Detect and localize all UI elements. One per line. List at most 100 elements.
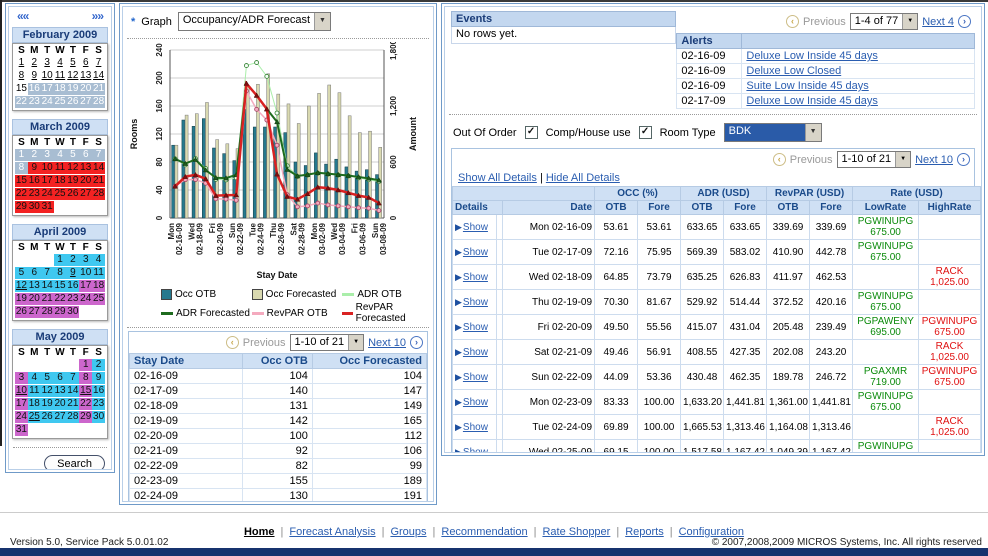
- column-header-fore[interactable]: Fore: [638, 201, 681, 215]
- calendar-day[interactable]: 9: [28, 70, 41, 82]
- calendar-day[interactable]: 29: [15, 201, 28, 213]
- calendar-day[interactable]: 13: [28, 280, 41, 292]
- calendar-day[interactable]: 30: [28, 201, 41, 213]
- calendar-day[interactable]: 6: [54, 372, 67, 384]
- calendar-day[interactable]: 8: [54, 267, 67, 279]
- calendar-day[interactable]: 5: [15, 267, 28, 279]
- footer-link-reports[interactable]: Reports: [625, 526, 664, 538]
- calendar-day[interactable]: 1: [79, 359, 92, 371]
- calendar-day[interactable]: 24: [41, 188, 54, 200]
- footer-link-groups[interactable]: Groups: [390, 526, 426, 538]
- calendar-day[interactable]: 3: [79, 254, 92, 266]
- calendar-day[interactable]: 17: [79, 280, 92, 292]
- column-header-fore[interactable]: Fore: [724, 201, 767, 215]
- calendar-day[interactable]: 8: [15, 70, 28, 82]
- calendar-day[interactable]: 28: [92, 188, 105, 200]
- comp-house-checkbox[interactable]: ✓: [639, 126, 652, 139]
- calendar-day[interactable]: 11: [28, 385, 41, 397]
- calendar-day[interactable]: 10: [41, 70, 54, 82]
- calendar-day[interactable]: 20: [54, 398, 67, 410]
- dropdown-arrow-icon[interactable]: ▼: [805, 124, 821, 141]
- calendar-day[interactable]: 15: [54, 280, 67, 292]
- calendar-day[interactable]: 10: [15, 385, 28, 397]
- calendar-day[interactable]: 15: [15, 83, 28, 95]
- calendar-day[interactable]: 11: [92, 267, 105, 279]
- calendar-day[interactable]: 21: [92, 175, 105, 187]
- calendar-day[interactable]: 26: [15, 306, 28, 318]
- calendar-day[interactable]: 6: [28, 267, 41, 279]
- calendar-day[interactable]: 3: [41, 57, 54, 69]
- calendar-day[interactable]: 19: [15, 293, 28, 305]
- calendar-day[interactable]: 25: [54, 188, 67, 200]
- calendar-day[interactable]: 9: [92, 372, 105, 384]
- column-header[interactable]: Occ Forecasted: [312, 354, 426, 369]
- footer-link-home[interactable]: Home: [244, 526, 275, 538]
- next-icon[interactable]: ›: [957, 153, 970, 166]
- calendar-day[interactable]: 14: [66, 385, 79, 397]
- calendar-day[interactable]: 27: [54, 411, 67, 423]
- range-select[interactable]: 1-10 of 21▼: [290, 334, 365, 351]
- calendar-day[interactable]: 24: [15, 411, 28, 423]
- alert-link[interactable]: Deluxe Low Inside 45 days: [746, 50, 877, 62]
- calendar-day[interactable]: 12: [66, 162, 79, 174]
- calendar-day[interactable]: 13: [54, 385, 67, 397]
- calendar-day[interactable]: 30: [92, 411, 105, 423]
- calendar-day[interactable]: 10: [79, 267, 92, 279]
- out-of-order-checkbox[interactable]: ✓: [525, 126, 538, 139]
- show-details-link[interactable]: Show: [463, 447, 488, 454]
- calendar-day[interactable]: 2: [92, 359, 105, 371]
- calendar-day[interactable]: 7: [66, 372, 79, 384]
- show-details-link[interactable]: Show: [463, 272, 488, 283]
- calendar-day[interactable]: 7: [41, 267, 54, 279]
- calendar-day[interactable]: 23: [92, 398, 105, 410]
- calendar-day[interactable]: 2: [66, 254, 79, 266]
- range-select[interactable]: 1-4 of 77▼: [850, 13, 918, 30]
- calendar-day[interactable]: 30: [66, 306, 79, 318]
- calendar-day[interactable]: 29: [54, 306, 67, 318]
- calendar-day[interactable]: 13: [79, 70, 92, 82]
- calendar-day[interactable]: 9: [66, 267, 79, 279]
- footer-link-rate-shopper[interactable]: Rate Shopper: [542, 526, 610, 538]
- calendar-day[interactable]: 25: [28, 411, 41, 423]
- next-link[interactable]: Next 10: [915, 154, 953, 166]
- calendar-day[interactable]: 23: [28, 188, 41, 200]
- show-details-link[interactable]: Show: [463, 322, 488, 333]
- footer-link-recommendation[interactable]: Recommendation: [441, 526, 527, 538]
- calendar-day[interactable]: 22: [54, 293, 67, 305]
- alert-link[interactable]: Suite Low Inside 45 days: [746, 80, 868, 92]
- column-header-highrate[interactable]: HighRate: [919, 201, 981, 215]
- show-details-link[interactable]: Show: [463, 247, 488, 258]
- calendar-day[interactable]: 17: [41, 175, 54, 187]
- alert-link[interactable]: Deluxe Low Inside 45 days: [746, 95, 877, 107]
- calendar-day[interactable]: 11: [54, 70, 67, 82]
- calendar-day[interactable]: 4: [54, 57, 67, 69]
- room-type-select[interactable]: BDK ▼: [724, 123, 822, 142]
- calendar-day[interactable]: 27: [28, 306, 41, 318]
- calendar-day[interactable]: 12: [15, 280, 28, 292]
- calendar-day[interactable]: 27: [79, 188, 92, 200]
- calendar-day[interactable]: 11: [54, 162, 67, 174]
- calendar-day[interactable]: 18: [28, 398, 41, 410]
- column-header-fore[interactable]: Fore: [810, 201, 853, 215]
- next-icon[interactable]: ›: [410, 336, 423, 349]
- calendar-day[interactable]: 26: [66, 188, 79, 200]
- graph-select[interactable]: Occupancy/ADR Forecast ▼: [178, 12, 331, 31]
- calendar-day[interactable]: 12: [41, 385, 54, 397]
- calendar-back-icon[interactable]: ««: [17, 9, 28, 23]
- show-details-link[interactable]: Show: [463, 422, 488, 433]
- calendar-day[interactable]: 16: [28, 175, 41, 187]
- column-header-otb[interactable]: OTB: [595, 201, 638, 215]
- column-header-otb[interactable]: OTB: [681, 201, 724, 215]
- dropdown-arrow-icon[interactable]: ▼: [314, 13, 330, 30]
- show-details-link[interactable]: Show: [463, 397, 488, 408]
- calendar-day[interactable]: 14: [41, 280, 54, 292]
- calendar-day[interactable]: 19: [41, 398, 54, 410]
- calendar-day[interactable]: 18: [54, 175, 67, 187]
- column-header[interactable]: Stay Date: [130, 354, 243, 369]
- calendar-day[interactable]: 23: [66, 293, 79, 305]
- footer-link-forecast-analysis[interactable]: Forecast Analysis: [289, 526, 375, 538]
- calendar-day[interactable]: 10: [41, 162, 54, 174]
- column-header-otb[interactable]: OTB: [767, 201, 810, 215]
- calendar-day[interactable]: 31: [41, 201, 54, 213]
- calendar-day[interactable]: 6: [79, 57, 92, 69]
